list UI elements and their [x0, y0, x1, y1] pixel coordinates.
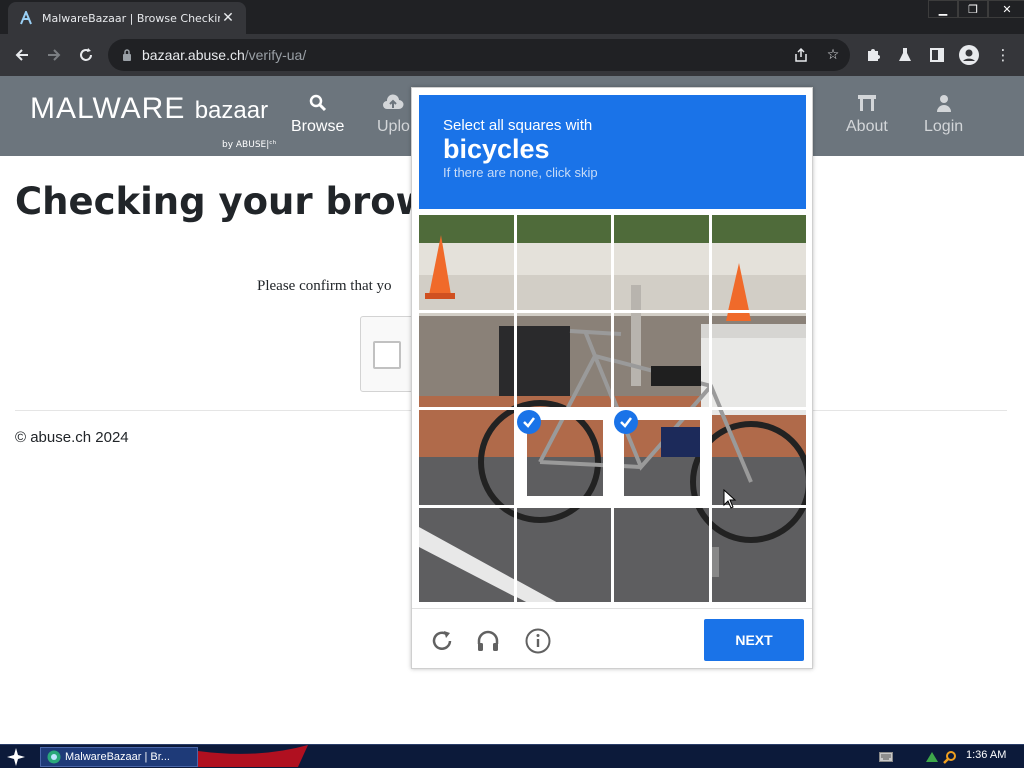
search-tray-icon[interactable] — [942, 749, 958, 765]
challenge-tile[interactable] — [614, 410, 709, 505]
challenge-tile[interactable] — [516, 215, 611, 310]
challenge-tile[interactable] — [711, 215, 806, 310]
reload-icon[interactable] — [74, 43, 98, 67]
os-taskbar: MalwareBazaar | Br... 1:36 AM — [0, 744, 1024, 768]
labs-flask-icon[interactable] — [894, 44, 916, 66]
tile-image — [419, 507, 514, 602]
tab-close-icon[interactable]: ✕ — [220, 10, 236, 26]
network-tray-icon[interactable] — [924, 749, 940, 765]
nav-browse[interactable]: Browse — [291, 94, 344, 136]
challenge-target: bicycles — [443, 134, 550, 164]
challenge-instruction: Select all squares with — [443, 117, 593, 134]
bookmark-star-icon[interactable]: ☆ — [824, 46, 842, 64]
taskbar-clock: 1:36 AM — [966, 749, 1007, 761]
nav-login-label: Login — [924, 118, 964, 135]
reload-challenge-icon[interactable] — [428, 627, 456, 655]
challenge-tile[interactable] — [614, 507, 709, 602]
taskbar-browser-item[interactable]: MalwareBazaar | Br... — [40, 747, 198, 767]
extensions-icon[interactable] — [862, 44, 884, 66]
tile-image — [419, 410, 514, 505]
search-icon — [291, 94, 344, 114]
browser-tab[interactable]: MalwareBazaar | Browse Checking y ✕ — [8, 2, 246, 34]
next-button[interactable]: NEXT — [704, 619, 804, 661]
taskbar-item-label: MalwareBazaar | Br... — [65, 751, 170, 763]
challenge-tile[interactable] — [614, 215, 709, 310]
keyboard-icon[interactable] — [878, 749, 894, 765]
tile-image — [419, 215, 514, 310]
captcha-challenge-dialog: Select all squares with bicycles If ther… — [411, 87, 813, 669]
tile-image — [614, 507, 709, 602]
browser-toolbar: bazaar.abuse.ch/verify-ua/ ☆ ⋮ — [0, 34, 1024, 76]
challenge-tile[interactable] — [711, 507, 806, 602]
tile-image — [711, 507, 806, 602]
challenge-header: Select all squares with bicycles If ther… — [419, 95, 806, 209]
challenge-tile[interactable] — [711, 312, 806, 407]
nav-upload[interactable]: Uplo — [377, 94, 410, 136]
nav-login[interactable]: Login — [924, 94, 963, 136]
challenge-tile[interactable] — [516, 312, 611, 407]
share-icon[interactable] — [792, 46, 810, 64]
logo-main-text: MALWARE — [30, 92, 186, 125]
restore-button[interactable]: ❐ — [958, 0, 988, 18]
tile-selected-check-icon — [614, 410, 638, 434]
nav-about-label: About — [846, 118, 888, 135]
back-icon[interactable] — [10, 43, 34, 67]
challenge-tile[interactable] — [419, 312, 514, 407]
tile-image — [711, 312, 806, 407]
browser-tab-strip: MalwareBazaar | Browse Checking y ✕ ▁ ❐ … — [0, 0, 1024, 34]
mouse-cursor-icon — [723, 488, 737, 509]
tab-title: MalwareBazaar | Browse Checking y — [42, 11, 220, 25]
cloud-upload-icon — [377, 94, 410, 114]
lock-icon[interactable] — [120, 48, 134, 62]
challenge-tile[interactable] — [419, 215, 514, 310]
start-menu-icon[interactable] — [4, 747, 28, 767]
confirm-text: Please confirm that yo — [257, 278, 392, 294]
profile-avatar-icon[interactable] — [958, 44, 980, 66]
challenge-footer: NEXT — [412, 608, 812, 668]
building-icon — [846, 94, 888, 114]
challenge-hint: If there are none, click skip — [443, 165, 598, 180]
info-icon[interactable] — [524, 627, 552, 655]
minimize-button[interactable]: ▁ — [928, 0, 958, 18]
tile-image — [516, 215, 611, 310]
tile-image-selected — [526, 420, 603, 496]
audio-challenge-icon[interactable] — [474, 627, 502, 655]
logo-sub-text: bazaar — [194, 97, 269, 124]
nav-about[interactable]: About — [846, 94, 888, 136]
url-host: bazaar.abuse.ch — [142, 47, 245, 63]
site-logo[interactable]: MALWARE bazaar by ABUSE|ᶜʰ — [30, 92, 276, 150]
url-path: /verify-ua/ — [244, 47, 307, 63]
tile-image — [711, 215, 806, 310]
forward-icon[interactable] — [42, 43, 66, 67]
nav-upload-label: Uplo — [377, 118, 410, 135]
challenge-image-grid — [419, 215, 806, 602]
address-bar[interactable]: bazaar.abuse.ch/verify-ua/ ☆ — [108, 39, 850, 71]
captcha-checkbox[interactable] — [373, 341, 401, 369]
challenge-tile[interactable] — [516, 410, 611, 505]
tile-image — [419, 312, 514, 407]
tile-selected-check-icon — [516, 410, 541, 434]
taskbar-decoration — [198, 745, 308, 767]
browser-app-icon — [47, 750, 61, 764]
close-window-button[interactable]: ✕ — [988, 0, 1024, 18]
challenge-tile[interactable] — [614, 312, 709, 407]
browser-menu-icon[interactable]: ⋮ — [992, 44, 1014, 66]
tile-image-selected — [624, 420, 700, 496]
abuse-favicon-icon — [18, 10, 34, 26]
url-text: bazaar.abuse.ch/verify-ua/ — [142, 47, 306, 63]
nav-browse-label: Browse — [291, 118, 345, 135]
footer-copyright: © abuse.ch 2024 — [15, 429, 129, 446]
tile-image — [516, 507, 611, 602]
challenge-tile[interactable] — [516, 507, 611, 602]
tile-image — [516, 312, 611, 407]
logo-by-text: by ABUSE|ᶜʰ — [222, 140, 277, 150]
challenge-tile[interactable] — [419, 507, 514, 602]
side-panel-icon[interactable] — [926, 44, 948, 66]
user-icon — [924, 94, 963, 114]
challenge-tile[interactable] — [419, 410, 514, 505]
tile-image — [614, 312, 709, 407]
tile-image — [614, 215, 709, 310]
